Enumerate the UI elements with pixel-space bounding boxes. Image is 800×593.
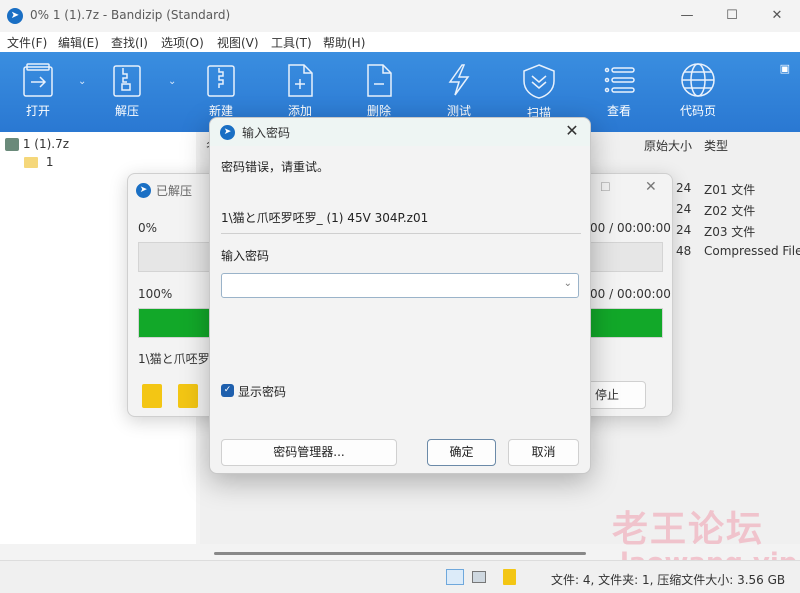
menu-tools[interactable]: 工具(T) — [271, 34, 312, 51]
tree-folder-label: 1 — [45, 155, 54, 169]
password-dialog: ➤ 输入密码 ✕ 密码错误，请重试。 1\猫と爪呸罗呸罗_ (1) 45V 30… — [209, 117, 591, 474]
column-header-type[interactable]: 类型 — [704, 137, 728, 154]
menu-options[interactable]: 选项(O) — [161, 34, 204, 51]
open-icon — [23, 63, 53, 97]
add-file-icon — [288, 64, 313, 97]
stop-button[interactable]: 停止 — [586, 381, 646, 409]
password-input[interactable]: ⌄ — [221, 273, 579, 298]
progress-dialog-title: 已解压 — [156, 184, 193, 198]
current-file-name: 1\猫と爪呸罗 — [138, 352, 210, 366]
close-button[interactable]: ✕ — [754, 4, 800, 28]
details-view-icon[interactable] — [446, 569, 464, 585]
file-type: Z03 文件 — [704, 225, 756, 239]
show-password-label[interactable]: 显示密码 — [238, 383, 286, 400]
open-output-folder-icon[interactable] — [178, 384, 198, 408]
password-input-label: 输入密码 — [221, 249, 270, 263]
archive-file-name: 1\猫と爪呸罗呸罗_ (1) 45V 304P.z01 — [221, 211, 429, 225]
toolbar-view-label: 查看 — [606, 104, 631, 118]
menu-find[interactable]: 查找(I) — [111, 34, 148, 51]
cancel-button[interactable]: 取消 — [508, 439, 579, 466]
bandizip-window: ➤ 0% 1 (1).7z - Bandizip (Standard) — ☐ … — [0, 0, 800, 593]
menu-edit[interactable]: 编辑(E) — [58, 34, 99, 51]
view-list-icon — [604, 67, 635, 93]
window-title: 0% 1 (1).7z - Bandizip (Standard) — [30, 8, 231, 22]
tree-root-label: 1 (1).7z — [22, 137, 70, 151]
progress-maximize-button[interactable]: ☐ — [600, 180, 611, 194]
open-dropdown-chevron-icon[interactable]: ⌄ — [78, 76, 86, 87]
file-size: 24 — [676, 202, 692, 216]
maximize-button[interactable]: ☐ — [709, 4, 755, 28]
column-header-size[interactable]: 原始大小 — [644, 137, 692, 154]
password-manager-button[interactable]: 密码管理器... — [221, 439, 397, 466]
watermark-text: 老王论坛 — [612, 509, 765, 550]
tree-folder-item[interactable]: 1 — [24, 155, 53, 169]
extract-dropdown-chevron-icon[interactable]: ⌄ — [168, 76, 176, 87]
minimize-button[interactable]: — — [664, 4, 710, 28]
tree-root-item[interactable]: 1 (1).7z — [5, 137, 69, 151]
menu-file[interactable]: 文件(F) — [7, 34, 47, 51]
title-bar: ➤ 0% 1 (1).7z - Bandizip (Standard) — ☐ … — [0, 0, 800, 32]
error-message: 密码错误，请重试。 — [221, 160, 330, 174]
file-size: 24 — [676, 223, 692, 237]
password-dialog-title: 输入密码 — [242, 126, 291, 140]
total-progress-percent: 100% — [138, 287, 173, 301]
menu-bar: 文件(F) 编辑(E) 查找(I) 选项(O) 视图(V) 工具(T) 帮助(H… — [0, 32, 800, 52]
file-type: Z02 文件 — [704, 204, 756, 218]
total-progress-time: 00 / 00:00:00 — [590, 287, 671, 301]
open-archive-folder-icon[interactable] — [142, 384, 162, 408]
toolbar-open-label: 打开 — [25, 104, 50, 118]
toolbar-codepage-button[interactable]: 代码页 — [670, 62, 726, 128]
separator — [221, 233, 581, 234]
toolbar-open-button[interactable]: 打开 — [10, 62, 66, 128]
bandizip-logo-icon: ➤ — [136, 183, 151, 198]
bandizip-logo-icon: ➤ — [7, 8, 23, 24]
password-text-field[interactable] — [226, 274, 556, 296]
file-type: Compressed File — [704, 244, 800, 258]
show-password-checkbox[interactable]: ✓ — [221, 384, 234, 397]
password-history-dropdown-icon[interactable]: ⌄ — [564, 278, 572, 289]
menu-view[interactable]: 视图(V) — [217, 34, 259, 51]
archive-folder-icon[interactable] — [503, 569, 516, 585]
file-type: Z01 文件 — [704, 183, 756, 197]
toolbar-extract-button[interactable]: 解压 — [99, 62, 155, 128]
globe-icon — [681, 63, 715, 97]
horizontal-scrollbar[interactable] — [214, 552, 586, 555]
folder-icon — [24, 157, 38, 168]
bandizip-logo-icon: ➤ — [220, 125, 235, 140]
current-progress-percent: 0% — [138, 221, 158, 235]
password-dialog-close-button[interactable]: ✕ — [562, 121, 582, 140]
file-size: 48 — [676, 244, 692, 258]
toolbar-extract-label: 解压 — [114, 104, 139, 118]
file-size: 24 — [676, 181, 692, 195]
toolbar-codepage-label: 代码页 — [679, 104, 716, 118]
status-bar: 文件: 4, 文件夹: 1, 压缩文件大小: 3.56 GB — [0, 560, 800, 593]
toolbar-view-button[interactable]: 查看 — [591, 62, 647, 128]
progress-close-button[interactable]: ✕ — [645, 179, 657, 195]
menu-help[interactable]: 帮助(H) — [323, 34, 365, 51]
status-text: 文件: 4, 文件夹: 1, 压缩文件大小: 3.56 GB — [551, 573, 786, 587]
thumbnail-view-icon[interactable] — [472, 571, 486, 583]
scan-shield-icon — [523, 64, 555, 99]
password-dialog-titlebar: ➤ 输入密码 ✕ — [210, 118, 590, 146]
archive-7z-icon — [5, 138, 19, 151]
delete-file-icon — [367, 64, 392, 97]
ok-button[interactable]: 确定 — [427, 439, 496, 466]
extract-icon — [113, 65, 141, 97]
current-progress-time: 00 / 00:00:00 — [590, 221, 671, 235]
new-archive-icon — [207, 65, 235, 97]
test-icon — [448, 64, 470, 96]
layout-grid-icon[interactable]: ▣ — [780, 62, 790, 75]
